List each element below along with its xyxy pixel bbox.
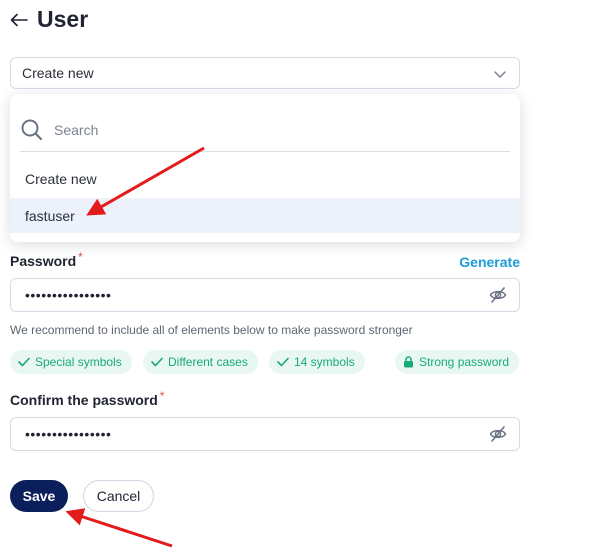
dropdown-option-create-new[interactable]: Create new — [10, 161, 520, 196]
page-title: User — [37, 6, 89, 32]
chip-label: Strong password — [419, 355, 510, 369]
chip-14-symbols: 14 symbols — [269, 350, 365, 374]
annotation-arrow-save — [65, 508, 173, 548]
password-requirements: Special symbols Different cases 14 symbo… — [10, 350, 520, 374]
confirm-password-label: Confirm the password * — [10, 389, 165, 408]
required-mark: * — [159, 389, 165, 403]
cancel-button[interactable]: Cancel — [83, 480, 154, 512]
confirm-password-value: •••••••••••••••• — [25, 426, 112, 442]
required-mark: * — [78, 250, 83, 264]
user-select[interactable]: Create new — [10, 57, 520, 89]
page-header: User — [9, 6, 88, 33]
confirm-password-label-text: Confirm the password — [10, 392, 158, 408]
check-icon — [18, 357, 30, 367]
password-hint: We recommend to include all of elements … — [10, 323, 413, 337]
check-icon — [277, 357, 289, 367]
chevron-down-icon — [494, 71, 506, 78]
password-label: Password * — [10, 250, 83, 269]
check-icon — [151, 357, 163, 367]
chip-label: Special symbols — [35, 355, 122, 369]
arrow-left-icon[interactable] — [9, 10, 29, 30]
user-select-dropdown: Create new fastuser — [10, 94, 520, 242]
chip-different-cases: Different cases — [143, 350, 258, 374]
search-icon — [21, 119, 43, 140]
password-field[interactable]: •••••••••••••••• — [10, 278, 520, 312]
dropdown-option-fastuser[interactable]: fastuser — [10, 198, 520, 233]
password-label-text: Password — [10, 253, 77, 269]
dropdown-search — [20, 108, 510, 152]
user-form-page: User Create new Create new fastuser Pass… — [0, 0, 615, 557]
eye-off-icon[interactable] — [489, 425, 507, 443]
lock-icon — [404, 356, 413, 368]
chip-strong-password: Strong password — [395, 350, 520, 374]
save-button[interactable]: Save — [10, 480, 68, 512]
chip-special-symbols: Special symbols — [10, 350, 132, 374]
chip-label: Different cases — [168, 355, 248, 369]
search-input[interactable] — [54, 121, 484, 138]
eye-off-icon[interactable] — [489, 286, 507, 304]
generate-password-link[interactable]: Generate — [459, 254, 520, 270]
password-value: •••••••••••••••• — [25, 287, 112, 303]
user-select-value: Create new — [22, 65, 94, 81]
confirm-password-field[interactable]: •••••••••••••••• — [10, 417, 520, 451]
chip-label: 14 symbols — [294, 355, 355, 369]
